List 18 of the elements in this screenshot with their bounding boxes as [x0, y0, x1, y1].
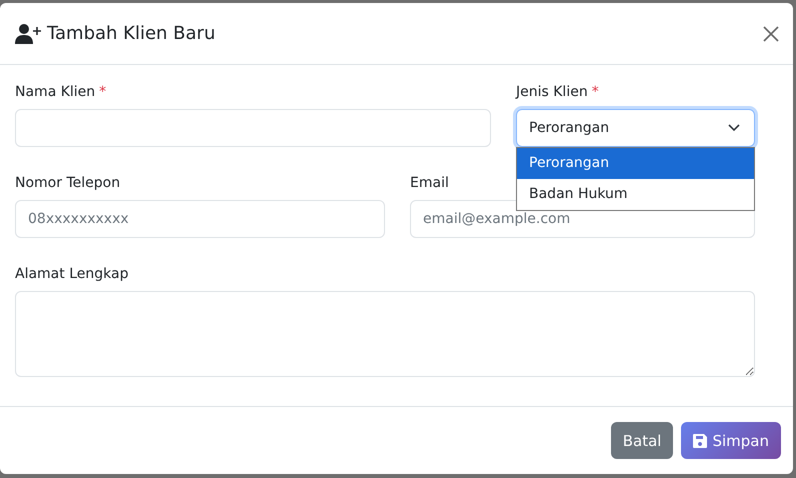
close-icon[interactable]: [763, 26, 779, 42]
dropdown-option[interactable]: Perorangan: [517, 148, 754, 179]
select-field[interactable]: Perorangan: [516, 109, 755, 147]
field-label: Nama Klien: [15, 84, 96, 100]
required-mark: *: [592, 84, 599, 100]
field-label: Email: [410, 175, 449, 191]
save-button[interactable]: Simpan: [681, 422, 781, 459]
field-label: Nomor Telepon: [15, 175, 120, 191]
field-label: Jenis Klien: [516, 84, 588, 100]
input-field[interactable]: 08xxxxxxxxxx: [15, 200, 385, 238]
input-field[interactable]: [15, 109, 491, 147]
text-area[interactable]: [15, 291, 755, 377]
chevron-down-icon: [728, 124, 740, 132]
required-mark: *: [99, 84, 106, 100]
cancel-button[interactable]: Batal: [610, 422, 674, 459]
add-user-icon: [15, 24, 41, 44]
field-label: Alamat Lengkap: [15, 266, 128, 282]
modal-title: Tambah Klien Baru: [47, 23, 216, 44]
